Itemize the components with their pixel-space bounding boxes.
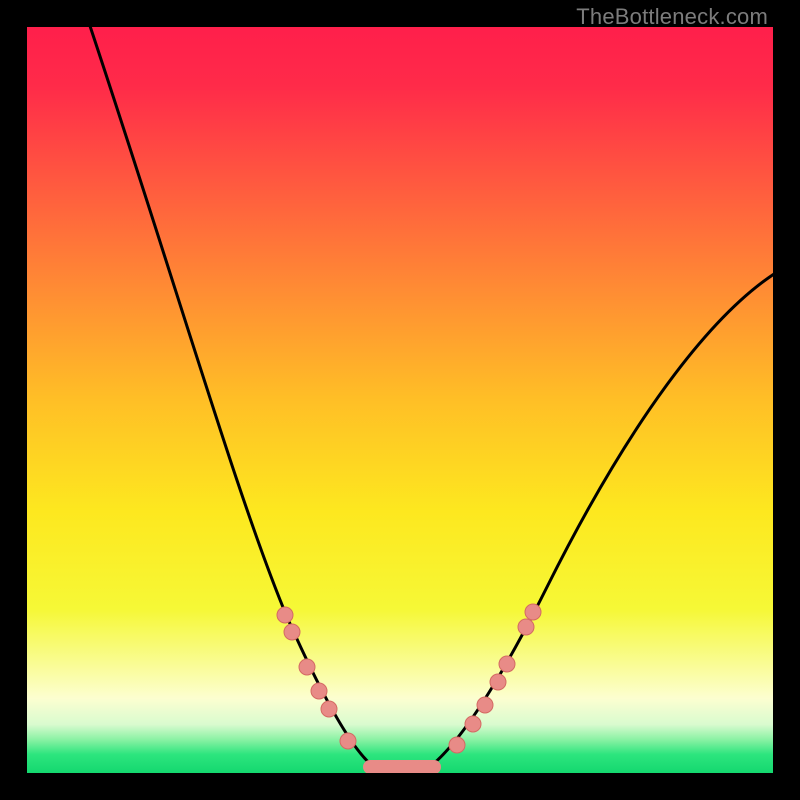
- chart-frame: [27, 27, 773, 773]
- dot-left-2: [299, 659, 315, 675]
- dot-right-3: [490, 674, 506, 690]
- dot-right-0: [449, 737, 465, 753]
- dot-right-6: [525, 604, 541, 620]
- dot-left-3: [311, 683, 327, 699]
- right-curve: [427, 272, 773, 769]
- dot-left-0: [277, 607, 293, 623]
- dot-right-4: [499, 656, 515, 672]
- dot-right-5: [518, 619, 534, 635]
- left-curve: [87, 27, 377, 769]
- dot-left-5: [340, 733, 356, 749]
- chart-svg: [27, 27, 773, 773]
- dot-right-1: [465, 716, 481, 732]
- dot-left-4: [321, 701, 337, 717]
- dot-right-2: [477, 697, 493, 713]
- watermark-text: TheBottleneck.com: [576, 4, 768, 30]
- dot-left-1: [284, 624, 300, 640]
